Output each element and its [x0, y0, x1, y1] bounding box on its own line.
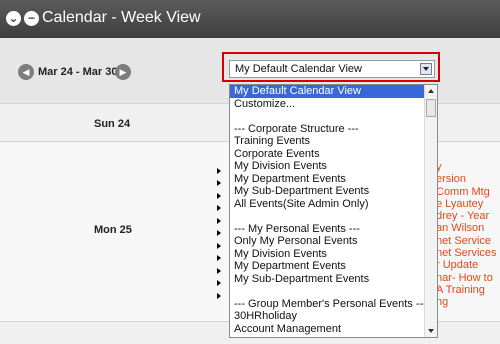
dropdown-option[interactable]	[230, 285, 424, 298]
dropdown-scrollbar[interactable]	[424, 85, 437, 337]
event-link[interactable]: A Training	[436, 284, 500, 296]
dropdown-option[interactable]: --- Group Member's Personal Events ---	[230, 298, 424, 311]
calendar-view-select-value: My Default Calendar View	[235, 63, 362, 75]
scrollbar-thumb[interactable]	[426, 99, 436, 117]
dropdown-option[interactable]	[230, 210, 424, 223]
dropdown-option[interactable]	[230, 110, 424, 123]
calendar-view-select[interactable]: My Default Calendar View	[229, 60, 435, 78]
event-link[interactable]: drey - Year	[436, 210, 500, 222]
triangle-icon[interactable]	[217, 293, 221, 299]
dropdown-option[interactable]: Customize...	[230, 98, 424, 111]
event-link[interactable]: e Lyautey	[436, 198, 500, 210]
title-bar: ⌄ − Calendar - Week View	[0, 0, 500, 38]
minimize-icon[interactable]: −	[24, 11, 39, 26]
dropdown-option[interactable]: My Department Events	[230, 260, 424, 273]
triangle-icon[interactable]	[217, 193, 221, 199]
event-link[interactable]: y	[436, 161, 500, 173]
dropdown-option[interactable]: My Sub-Department Events	[230, 185, 424, 198]
dropdown-option[interactable]: My Division Events	[230, 248, 424, 261]
triangle-icon[interactable]	[217, 205, 221, 211]
dropdown-option[interactable]: --- My Personal Events ---	[230, 223, 424, 236]
dropdown-option[interactable]: My Default Calendar View	[230, 85, 424, 98]
triangle-icon[interactable]	[217, 230, 221, 236]
date-range-label: Mar 24 - Mar 30	[38, 66, 118, 78]
event-link[interactable]: net Services	[436, 247, 500, 259]
event-link[interactable]: an Wilson	[436, 222, 500, 234]
day-label: Mon 25	[94, 224, 132, 236]
event-list: y ersion Comm Mtg e Lyautey drey - Year …	[436, 161, 500, 309]
dropdown-option[interactable]: Account Management	[230, 323, 424, 336]
triangle-icon[interactable]	[217, 255, 221, 261]
dropdown-option[interactable]: My Division Events	[230, 160, 424, 173]
next-week-icon[interactable]: ▶	[115, 64, 131, 80]
triangle-icon[interactable]	[217, 218, 221, 224]
event-link[interactable]: ng	[436, 296, 500, 308]
dropdown-option[interactable]: My Sub-Department Events	[230, 273, 424, 286]
event-link[interactable]: net Service	[436, 235, 500, 247]
dropdown-arrow-icon[interactable]	[420, 63, 432, 75]
calendar-view-dropdown-list: My Default Calendar View Customize... --…	[229, 84, 438, 338]
dropdown-option[interactable]: My Department Events	[230, 173, 424, 186]
window-title: Calendar - Week View	[42, 9, 201, 26]
event-link[interactable]: r Update	[436, 259, 500, 271]
triangle-icon[interactable]	[217, 280, 221, 286]
dropdown-option[interactable]: All Events(Site Admin Only)	[230, 198, 424, 211]
event-link[interactable]: Comm Mtg	[436, 186, 500, 198]
scroll-down-icon[interactable]	[425, 325, 437, 337]
dropdown-option[interactable]: Only My Personal Events	[230, 235, 424, 248]
event-link[interactable]: ersion	[436, 173, 500, 185]
dropdown-option[interactable]: --- Corporate Structure ---	[230, 123, 424, 136]
triangle-icon[interactable]	[217, 243, 221, 249]
dropdown-option[interactable]: Training Events	[230, 135, 424, 148]
event-link[interactable]: nar- How to	[436, 272, 500, 284]
triangle-icon[interactable]	[217, 180, 221, 186]
triangle-icon[interactable]	[217, 268, 221, 274]
scroll-up-icon[interactable]	[425, 85, 437, 97]
prev-week-icon[interactable]: ◀	[18, 64, 34, 80]
dropdown-option[interactable]: Corporate Events	[230, 148, 424, 161]
day-label: Sun 24	[94, 118, 131, 130]
collapse-icon[interactable]: ⌄	[6, 11, 21, 26]
dropdown-option[interactable]: 30HRholiday	[230, 310, 424, 323]
triangle-icon[interactable]	[217, 168, 221, 174]
